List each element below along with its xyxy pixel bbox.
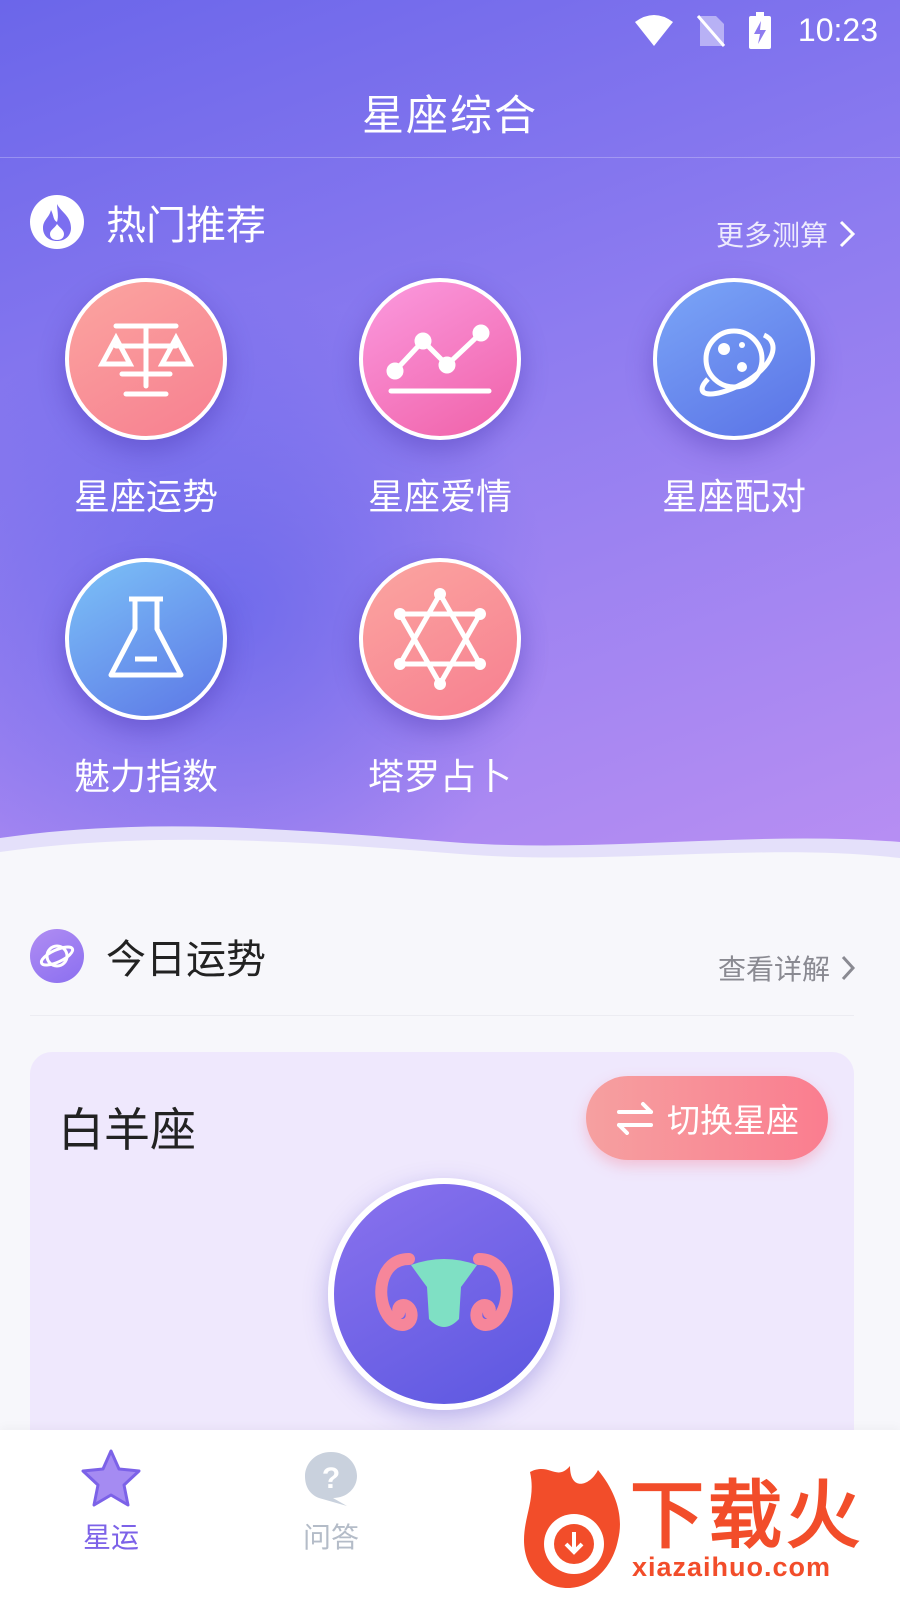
tab-label: 问答: [302, 1521, 359, 1554]
view-details-link[interactable]: 查看详解: [718, 948, 856, 988]
grid-item-horoscope[interactable]: 星座运势: [26, 278, 266, 520]
balance-scale-icon: [65, 278, 227, 440]
more-tests-link[interactable]: 更多测算: [716, 214, 856, 254]
grid-item-charm[interactable]: 魅力指数: [26, 558, 266, 800]
grid-item-label: 塔罗占卜: [367, 757, 512, 798]
swap-arrows-icon: [617, 1102, 653, 1135]
grid-item-label: 星座爱情: [367, 477, 512, 518]
wave-divider: [0, 826, 900, 880]
planet-icon: [653, 278, 815, 440]
hexagram-icon: [359, 558, 521, 720]
grid-item-tarot[interactable]: 塔罗占卜: [320, 558, 560, 800]
view-details-label: 查看详解: [717, 953, 830, 986]
planet-small-icon: [30, 929, 84, 983]
today-section-header: 今日运势: [30, 927, 266, 985]
status-bar: 10:23: [0, 0, 900, 60]
flask-icon: [65, 558, 227, 720]
watermark-url: xiazaihuo.com: [632, 1552, 832, 1582]
tab-label: 星运: [82, 1521, 139, 1554]
chevron-right-icon: [841, 955, 856, 981]
section-divider: [30, 1015, 854, 1016]
switch-sign-button[interactable]: 切换星座: [586, 1076, 828, 1160]
switch-sign-label: 切换星座: [667, 1101, 799, 1140]
wifi-icon: [635, 15, 673, 46]
grid-item-label: 星座配对: [661, 477, 806, 518]
grid-item-love[interactable]: 星座爱情: [320, 278, 560, 520]
watermark-logo: 下载火 xiazaihuo.com: [520, 1448, 890, 1598]
battery-charging-icon: [749, 12, 771, 49]
page-title: 星座综合: [361, 91, 538, 140]
status-time: 10:23: [797, 12, 878, 48]
hot-section-title: 热门推荐: [106, 203, 266, 249]
hot-section-header: 热门推荐: [30, 193, 266, 251]
grid-item-label: 星座运势: [73, 477, 218, 518]
tab-star-fortune[interactable]: 星运: [46, 1448, 176, 1556]
trend-line-icon: [359, 278, 521, 440]
flame-logo-icon: [524, 1466, 620, 1588]
title-divider: [0, 157, 900, 158]
no-sim-icon: [696, 15, 726, 47]
chevron-right-icon: [839, 220, 856, 248]
fire-icon: [30, 195, 84, 249]
question-bubble-icon: ?: [305, 1452, 357, 1506]
today-section-title: 今日运势: [106, 937, 266, 983]
watermark-text: 下载火: [630, 1473, 864, 1559]
star-icon: [81, 1449, 141, 1507]
more-tests-label: 更多测算: [715, 219, 828, 252]
svg-text:?: ?: [322, 1462, 340, 1495]
tab-qa[interactable]: ? 问答: [266, 1448, 396, 1556]
grid-item-label: 魅力指数: [73, 757, 218, 798]
sign-name: 白羊座: [58, 1103, 196, 1157]
aries-ram-icon: [328, 1178, 560, 1410]
grid-item-match[interactable]: 星座配对: [614, 278, 854, 520]
fortune-card: 白羊座 切换星座: [30, 1052, 854, 1472]
